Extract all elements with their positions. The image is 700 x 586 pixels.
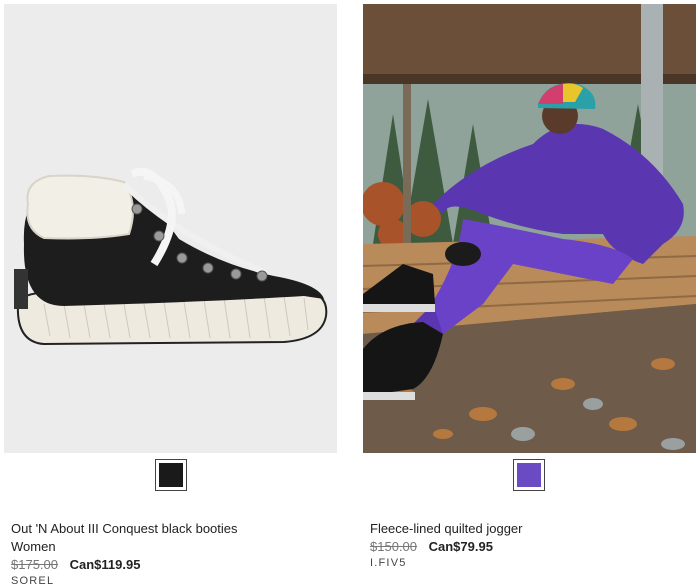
product-name[interactable]: Fleece-lined quilted jogger — [370, 521, 522, 536]
price-row: $175.00 Can$119.95 — [11, 557, 140, 572]
color-swatch-purple[interactable] — [513, 459, 545, 491]
swatch-fill — [517, 463, 541, 487]
sale-price: Can$79.95 — [428, 539, 493, 554]
swatch-fill — [159, 463, 183, 487]
model-illustration — [363, 4, 696, 453]
product-card[interactable]: Fleece-lined quilted jogger $150.00 Can$… — [363, 4, 696, 586]
product-name[interactable]: Out 'N About III Conquest black booties — [11, 521, 238, 536]
brand-name[interactable]: I.FIV5 — [370, 557, 407, 569]
product-image-bootie[interactable] — [4, 4, 337, 453]
color-swatch-black[interactable] — [155, 459, 187, 491]
bootie-illustration — [4, 4, 337, 453]
product-card[interactable]: Out 'N About III Conquest black booties … — [4, 4, 337, 586]
price-row: $150.00 Can$79.95 — [370, 539, 493, 554]
original-price: $150.00 — [370, 539, 417, 554]
product-image-jogger[interactable] — [363, 4, 696, 453]
original-price: $175.00 — [11, 557, 58, 572]
sale-price: Can$119.95 — [69, 557, 141, 572]
product-category: Women — [11, 539, 56, 554]
brand-name[interactable]: SOREL — [11, 575, 54, 586]
